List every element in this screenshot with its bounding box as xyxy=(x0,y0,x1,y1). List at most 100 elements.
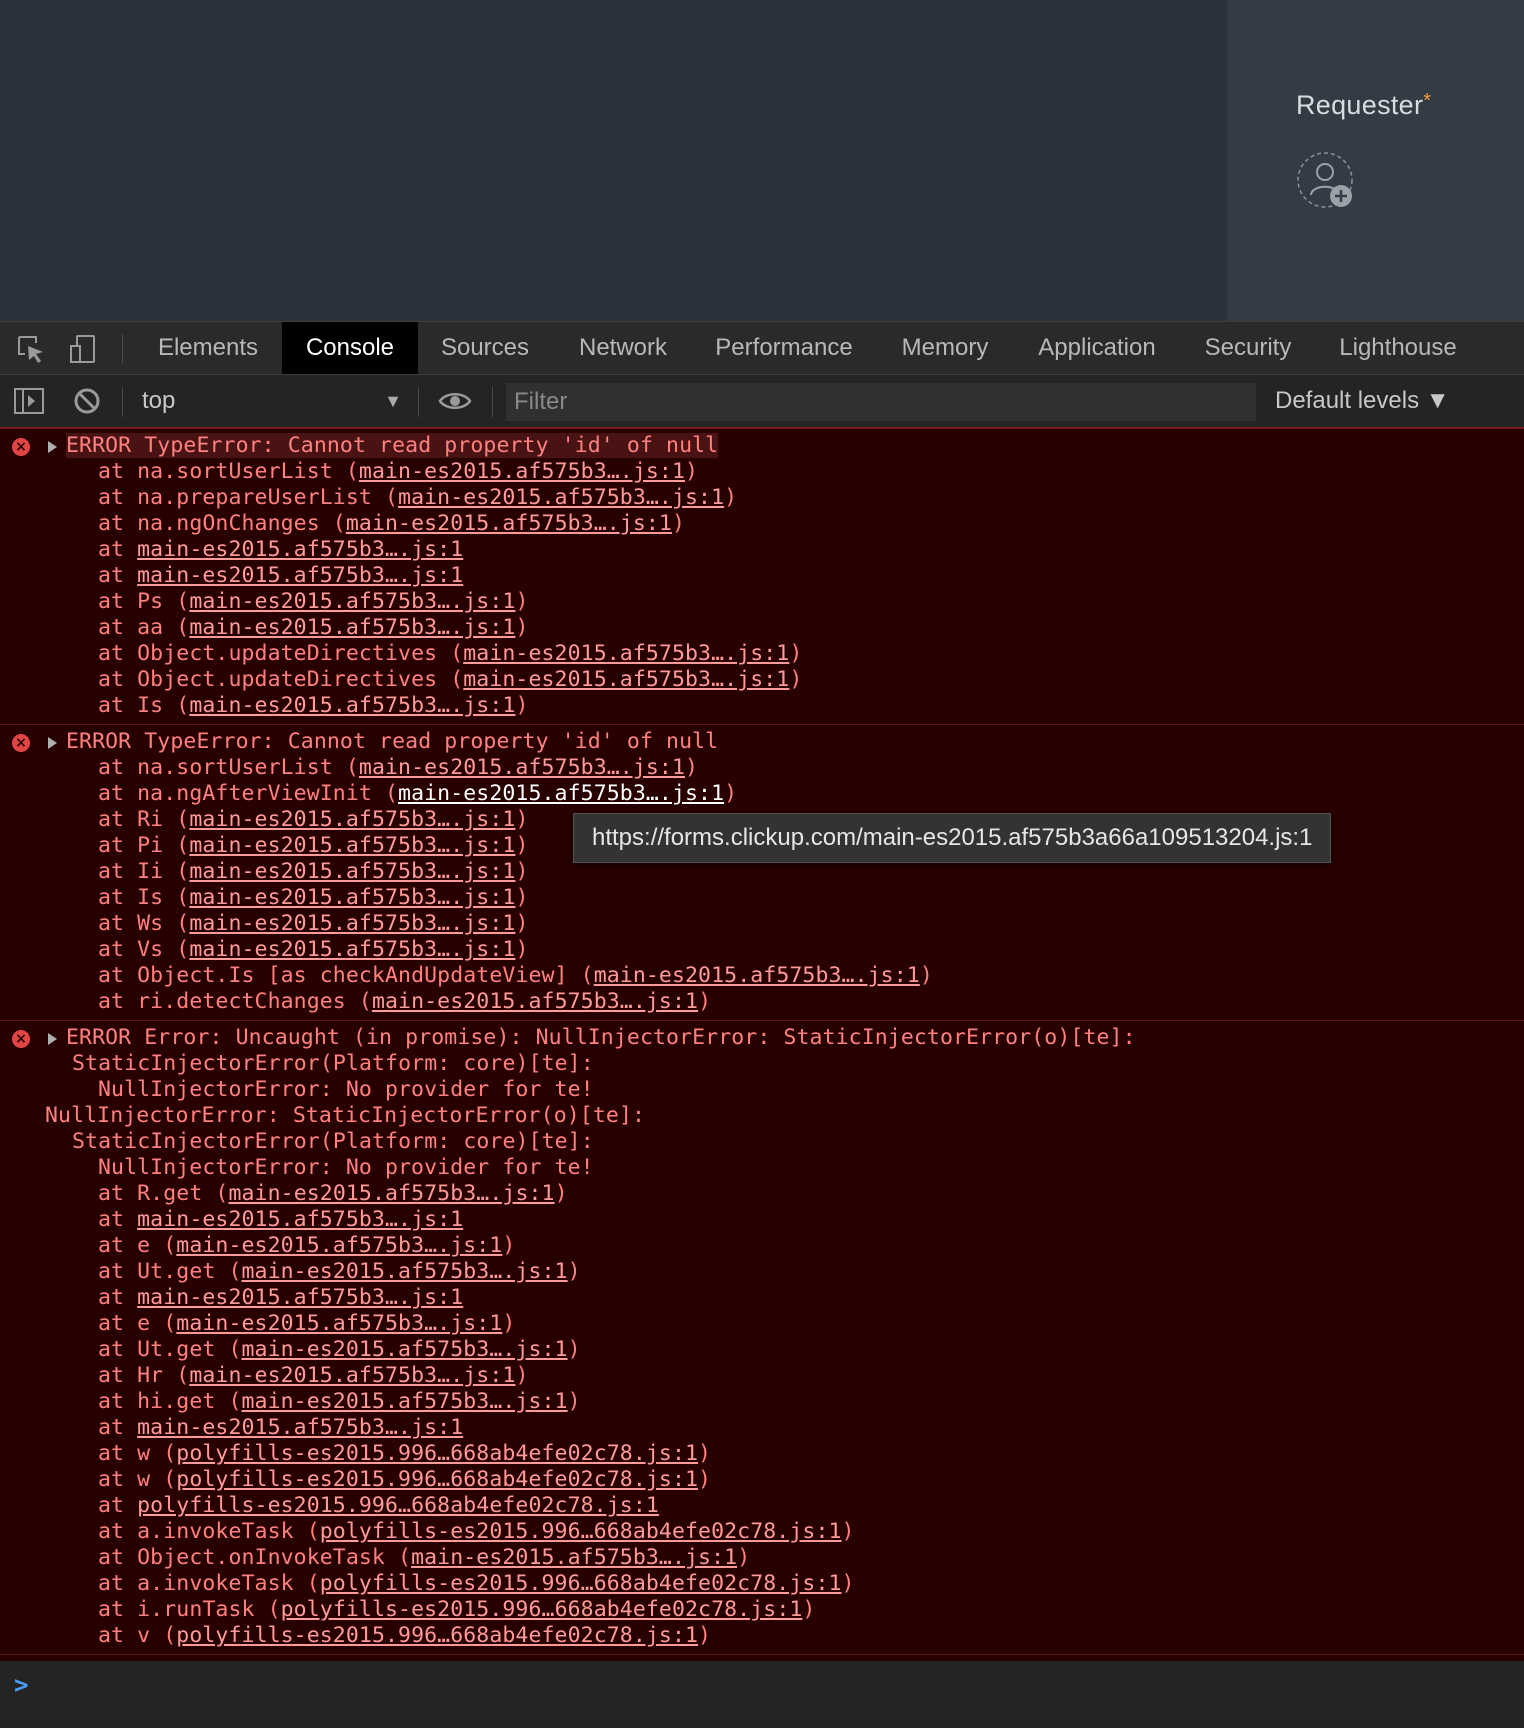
source-link[interactable]: main-es2015.af575b3….js:1 xyxy=(189,615,515,640)
source-link[interactable]: main-es2015.af575b3….js:1 xyxy=(137,1415,463,1440)
error-icon: × xyxy=(12,438,30,456)
stack-frame: at e (main-es2015.af575b3….js:1) xyxy=(98,1233,516,1258)
inspect-element-icon[interactable] xyxy=(16,334,46,364)
source-link[interactable]: main-es2015.af575b3….js:1 xyxy=(411,1545,737,1570)
tab-performance[interactable]: Performance xyxy=(704,322,864,374)
source-link[interactable]: main-es2015.af575b3….js:1 xyxy=(137,1285,463,1310)
expand-triangle-icon[interactable] xyxy=(48,737,57,749)
stack-frame: at R.get (main-es2015.af575b3….js:1) xyxy=(98,1181,568,1206)
stack-frame: at a.invokeTask (polyfills-es2015.996…66… xyxy=(98,1519,855,1544)
source-link[interactable]: main-es2015.af575b3….js:1 xyxy=(398,485,724,510)
source-link[interactable]: polyfills-es2015.996…668ab4efe02c78.js:1 xyxy=(176,1623,698,1648)
stack-frame: at aa (main-es2015.af575b3….js:1) xyxy=(98,615,529,640)
expand-triangle-icon[interactable] xyxy=(48,441,57,453)
add-assignee-icon[interactable] xyxy=(1296,151,1354,209)
stack-frame-function: Ri xyxy=(137,807,164,832)
source-link[interactable]: main-es2015.af575b3….js:1 xyxy=(137,563,463,588)
source-link[interactable]: main-es2015.af575b3….js:1 xyxy=(359,459,685,484)
show-sidebar-icon[interactable] xyxy=(14,386,44,416)
stack-frame-function: na.sortUserList xyxy=(137,459,333,484)
source-link[interactable]: main-es2015.af575b3….js:1 xyxy=(463,641,789,666)
source-link[interactable]: polyfills-es2015.996…668ab4efe02c78.js:1 xyxy=(281,1597,803,1622)
stack-frame: at Object.updateDirectives (main-es2015.… xyxy=(98,641,803,666)
source-link[interactable]: main-es2015.af575b3….js:1 xyxy=(242,1259,568,1284)
tab-network[interactable]: Network xyxy=(564,322,682,374)
source-link[interactable]: main-es2015.af575b3….js:1 xyxy=(189,589,515,614)
source-link[interactable]: main-es2015.af575b3….js:1 xyxy=(594,963,920,988)
source-link[interactable]: main-es2015.af575b3….js:1 xyxy=(137,1207,463,1232)
stack-frame-function: Ws xyxy=(137,911,164,936)
source-link[interactable]: main-es2015.af575b3….js:1 xyxy=(189,1363,515,1388)
stack-frame: at Object.updateDirectives (main-es2015.… xyxy=(98,667,803,692)
stack-frame-function: a.invokeTask xyxy=(137,1519,294,1544)
stack-frame-function: Is xyxy=(137,885,164,910)
tab-lighthouse[interactable]: Lighthouse xyxy=(1328,322,1468,374)
source-link[interactable]: polyfills-es2015.996…668ab4efe02c78.js:1 xyxy=(176,1441,698,1466)
stack-frame-function: w xyxy=(137,1441,151,1466)
console-error-message: × ERROR Error: Uncaught (in promise): Nul… xyxy=(0,1021,1524,1655)
expand-triangle-icon[interactable] xyxy=(48,1033,57,1045)
source-link[interactable]: main-es2015.af575b3….js:1 xyxy=(346,511,672,536)
error-detail-line: StaticInjectorError(Platform: core)[te]: xyxy=(72,1051,594,1076)
source-link[interactable]: main-es2015.af575b3….js:1 xyxy=(398,781,724,806)
source-link[interactable]: main-es2015.af575b3….js:1 xyxy=(176,1311,502,1336)
stack-frame: at na.ngAfterViewInit (main-es2015.af575… xyxy=(98,781,738,806)
stack-frame-function: Is xyxy=(137,693,164,718)
stack-frame: at Is (main-es2015.af575b3….js:1) xyxy=(98,885,529,910)
source-link[interactable]: main-es2015.af575b3….js:1 xyxy=(189,885,515,910)
error-detail-line: NullInjectorError: No provider for te! xyxy=(98,1077,594,1102)
tab-sources[interactable]: Sources xyxy=(426,322,544,374)
source-link[interactable]: main-es2015.af575b3….js:1 xyxy=(463,667,789,692)
stack-frame: at Ws (main-es2015.af575b3….js:1) xyxy=(98,911,529,936)
source-link[interactable]: polyfills-es2015.996…668ab4efe02c78.js:1 xyxy=(176,1467,698,1492)
console-input[interactable]: > xyxy=(0,1661,1524,1728)
toolbar-separator xyxy=(122,387,123,417)
error-headline: ERROR TypeError: Cannot read property 'i… xyxy=(0,729,1524,755)
stack-frame: at Ut.get (main-es2015.af575b3….js:1) xyxy=(98,1259,581,1284)
tab-security[interactable]: Security xyxy=(1192,322,1304,374)
filter-input[interactable] xyxy=(506,383,1256,421)
error-headline-text: ERROR TypeError: Cannot read property 'i… xyxy=(66,729,719,754)
stack-frame: at na.sortUserList (main-es2015.af575b3…… xyxy=(98,459,699,484)
source-link[interactable]: main-es2015.af575b3….js:1 xyxy=(137,537,463,562)
tab-console[interactable]: Console xyxy=(282,322,418,374)
toolbar-separator xyxy=(418,387,419,417)
live-expression-eye-icon[interactable] xyxy=(438,386,472,416)
stack-frame-function: v xyxy=(137,1623,151,1648)
source-link[interactable]: polyfills-es2015.996…668ab4efe02c78.js:1 xyxy=(137,1493,659,1518)
source-link[interactable]: polyfills-es2015.996…668ab4efe02c78.js:1 xyxy=(320,1571,842,1596)
stack-frame: at main-es2015.af575b3….js:1 xyxy=(98,1285,464,1310)
source-link[interactable]: main-es2015.af575b3….js:1 xyxy=(372,989,698,1014)
stack-frame: at i.runTask (polyfills-es2015.996…668ab… xyxy=(98,1597,816,1622)
device-toolbar-icon[interactable] xyxy=(68,334,98,364)
source-link[interactable]: main-es2015.af575b3….js:1 xyxy=(176,1233,502,1258)
log-levels-dropdown[interactable]: Default levels ▼ xyxy=(1275,375,1450,427)
stack-frame-function: Vs xyxy=(137,937,164,962)
source-link[interactable]: main-es2015.af575b3….js:1 xyxy=(189,911,515,936)
tab-memory[interactable]: Memory xyxy=(888,322,1002,374)
link-tooltip: https://forms.clickup.com/main-es2015.af… xyxy=(573,813,1332,863)
source-link[interactable]: main-es2015.af575b3….js:1 xyxy=(359,755,685,780)
source-link[interactable]: main-es2015.af575b3….js:1 xyxy=(228,1181,554,1206)
stack-frame: at na.ngOnChanges (main-es2015.af575b3….… xyxy=(98,511,686,536)
source-link[interactable]: main-es2015.af575b3….js:1 xyxy=(189,937,515,962)
context-selector[interactable]: top ▼ xyxy=(140,375,402,427)
tab-separator xyxy=(122,334,123,364)
stack-frame: at Is (main-es2015.af575b3….js:1) xyxy=(98,693,529,718)
dropdown-arrow-icon: ▼ xyxy=(384,391,402,411)
tab-application[interactable]: Application xyxy=(1026,322,1168,374)
source-link[interactable]: main-es2015.af575b3….js:1 xyxy=(189,693,515,718)
source-link[interactable]: main-es2015.af575b3….js:1 xyxy=(242,1389,568,1414)
stack-frame-function: i.runTask xyxy=(137,1597,255,1622)
source-link[interactable]: main-es2015.af575b3….js:1 xyxy=(189,807,515,832)
stack-frame-function: R.get xyxy=(137,1181,203,1206)
tab-elements[interactable]: Elements xyxy=(140,322,276,374)
source-link[interactable]: polyfills-es2015.996…668ab4efe02c78.js:1 xyxy=(320,1519,842,1544)
source-link[interactable]: main-es2015.af575b3….js:1 xyxy=(189,833,515,858)
source-link[interactable]: main-es2015.af575b3….js:1 xyxy=(189,859,515,884)
source-link[interactable]: main-es2015.af575b3….js:1 xyxy=(242,1337,568,1362)
clear-console-icon[interactable] xyxy=(72,386,102,416)
stack-frame: at Object.onInvokeTask (main-es2015.af57… xyxy=(98,1545,751,1570)
console-error-message: × ERROR TypeError: Cannot read property '… xyxy=(0,429,1524,725)
stack-frame-function: Pi xyxy=(137,833,164,858)
